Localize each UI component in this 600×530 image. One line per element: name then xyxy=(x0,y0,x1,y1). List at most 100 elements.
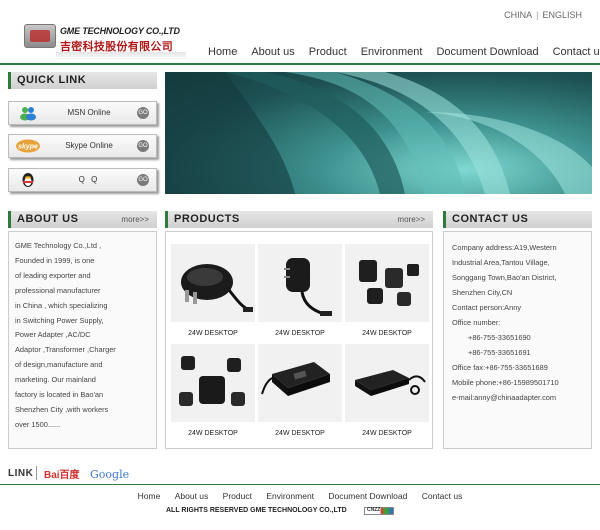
contact-line: Office number: xyxy=(452,318,501,327)
svg-text:skype: skype xyxy=(18,144,38,151)
msn-online-button[interactable]: MSN Online GO xyxy=(8,101,157,125)
go-icon: GO xyxy=(137,140,149,152)
baidu-logo-icon: Bai百度 xyxy=(44,470,80,481)
quick-link-heading: QUICK LINK xyxy=(8,72,157,89)
contact-email: e-mail:anny@chinaadapter.com xyxy=(452,393,557,402)
product-image-interchangeable-plugs[interactable] xyxy=(345,244,429,322)
baidu-link[interactable]: Bai百度 xyxy=(44,466,80,481)
contact-office-phone: +86-755-33651691 xyxy=(468,348,531,357)
contact-us-panel: Company address:A19,Western Industrial A… xyxy=(443,231,592,449)
products-title: PRODUCTS xyxy=(174,213,240,225)
footer-nav-contact-us[interactable]: Contact us xyxy=(422,491,463,501)
product-image-travel-adapter-kit[interactable] xyxy=(171,344,255,422)
logo-english-name: GME TECHNOLOGY CO.,LTD xyxy=(60,26,180,36)
copyright-text: ALL RIGHTS RESERVED GME TECHNOLOGY CO.,L… xyxy=(166,507,347,514)
skype-online-button[interactable]: skype Skype Online GO xyxy=(8,134,157,158)
footer-divider xyxy=(0,484,600,485)
go-icon: GO xyxy=(137,174,149,186)
header-divider xyxy=(0,63,600,65)
product-image-adapter-us-plug[interactable] xyxy=(258,244,342,322)
about-line: marketing. Our mainland xyxy=(15,375,96,385)
nav-environment[interactable]: Environment xyxy=(361,46,423,62)
qq-online-button[interactable]: Q Q GO xyxy=(8,168,157,192)
about-line: over 1500...... xyxy=(15,419,61,429)
contact-line: Songgang Town,Bao'an District, xyxy=(452,273,557,282)
about-us-heading: ABOUT US more>> xyxy=(8,211,157,228)
about-line: professional manufacturer xyxy=(15,285,101,295)
product-card[interactable]: 24W DESKTOP xyxy=(171,244,255,337)
footer-nav: Home About us Product Environment Docume… xyxy=(0,491,600,501)
hero-banner xyxy=(165,72,592,194)
contact-mobile: Mobile phone:+86-15989501710 xyxy=(452,378,559,387)
product-image-laptop-adapter[interactable] xyxy=(345,344,429,422)
google-link[interactable]: Google xyxy=(90,468,129,481)
product-caption: 24W DESKTOP xyxy=(188,330,238,337)
footer-nav-product[interactable]: Product xyxy=(223,491,252,501)
msn-icon xyxy=(20,107,36,121)
msn-online-label: MSN Online xyxy=(67,108,111,117)
product-card[interactable]: 24W DESKTOP xyxy=(258,244,342,337)
about-line: of design,manufacture and xyxy=(15,360,103,370)
product-card[interactable]: 24W DESKTOP xyxy=(345,244,429,337)
about-us-title: ABOUT US xyxy=(17,213,79,225)
contact-line: Contact person:Anny xyxy=(452,303,522,312)
about-more-link[interactable]: more>> xyxy=(121,211,149,228)
contact-line: Shenzhen City,CN xyxy=(452,288,513,297)
nav-document-download[interactable]: Document Download xyxy=(436,46,538,62)
qq-penguin-icon xyxy=(22,173,34,187)
footer-nav-document-download[interactable]: Document Download xyxy=(328,491,407,501)
about-line: GME Technology Co.,Ltd , xyxy=(15,241,102,250)
lang-english-link[interactable]: ENGLISH xyxy=(540,10,584,20)
about-line: Founded in 1999, is one xyxy=(15,255,95,265)
logo-reflection xyxy=(56,52,186,60)
contact-us-heading: CONTACT US xyxy=(443,211,592,228)
product-caption: 24W DESKTOP xyxy=(275,430,325,437)
about-line: in Switching Power Supply, xyxy=(15,315,104,325)
products-more-link[interactable]: more>> xyxy=(397,211,425,228)
product-card[interactable]: 24W DESKTOP xyxy=(258,344,342,437)
contact-line: Company address:A19,Western xyxy=(452,243,557,252)
go-icon: GO xyxy=(137,107,149,119)
nav-product[interactable]: Product xyxy=(309,46,347,62)
company-logo[interactable]: GME TECHNOLOGY CO.,LTD 吉密科技股份有限公司 xyxy=(24,22,189,60)
logo-mark-icon xyxy=(24,24,56,48)
contact-fax: Office fax:+86-755-33651689 xyxy=(452,363,548,372)
about-line: Power Adapter ,AC/DC xyxy=(15,330,91,340)
product-image-desktop-adapter[interactable] xyxy=(258,344,342,422)
link-label: LINK xyxy=(8,468,34,479)
product-caption: 24W DESKTOP xyxy=(275,330,325,337)
qq-online-label: Q Q xyxy=(78,175,100,184)
footer-nav-about-us[interactable]: About us xyxy=(175,491,209,501)
about-us-panel: GME Technology Co.,Ltd , Founded in 1999… xyxy=(8,231,157,449)
nav-about-us[interactable]: About us xyxy=(251,46,294,62)
lang-china-link[interactable]: CHINA xyxy=(502,10,534,20)
product-image-adapter-eu-plug[interactable] xyxy=(171,244,255,322)
skype-icon: skype xyxy=(16,139,40,153)
banner-swoosh-graphic xyxy=(165,72,592,194)
skype-online-label: Skype Online xyxy=(65,141,113,150)
contact-us-title: CONTACT US xyxy=(452,213,529,225)
about-line: in China , which specializing xyxy=(15,300,108,310)
product-caption: 24W DESKTOP xyxy=(362,330,412,337)
contact-office-phone: +86-755-33651690 xyxy=(468,333,531,342)
google-logo-icon: Google xyxy=(90,468,130,481)
product-card[interactable]: 24W DESKTOP xyxy=(171,344,255,437)
products-heading: PRODUCTS more>> xyxy=(165,211,433,228)
nav-contact-us[interactable]: Contact us xyxy=(553,46,600,62)
about-line: of leading exporter and xyxy=(15,270,91,280)
products-panel: 24W DESKTOP 24W DESKTOP 24W DESKTOP 24W … xyxy=(165,231,433,449)
product-card[interactable]: 24W DESKTOP xyxy=(345,344,429,437)
footer-nav-home[interactable]: Home xyxy=(138,491,161,501)
product-caption: 24W DESKTOP xyxy=(188,430,238,437)
about-line: Shenzhen City ,with workers xyxy=(15,404,109,414)
product-caption: 24W DESKTOP xyxy=(362,430,412,437)
about-line: Adaptor ,Transformer ,Charger xyxy=(15,345,116,355)
contact-line: Industrial Area,Tantou Village, xyxy=(452,258,550,267)
footer-nav-environment[interactable]: Environment xyxy=(266,491,314,501)
cnzz-badge-label: CNZZ xyxy=(367,507,381,513)
nav-home[interactable]: Home xyxy=(208,46,237,62)
link-separator xyxy=(36,466,37,480)
language-switcher: CHINA | ENGLISH xyxy=(502,10,584,20)
cnzz-stats-badge[interactable]: CNZZ xyxy=(364,507,394,515)
about-line: factory is located in Bao'an xyxy=(15,390,104,400)
